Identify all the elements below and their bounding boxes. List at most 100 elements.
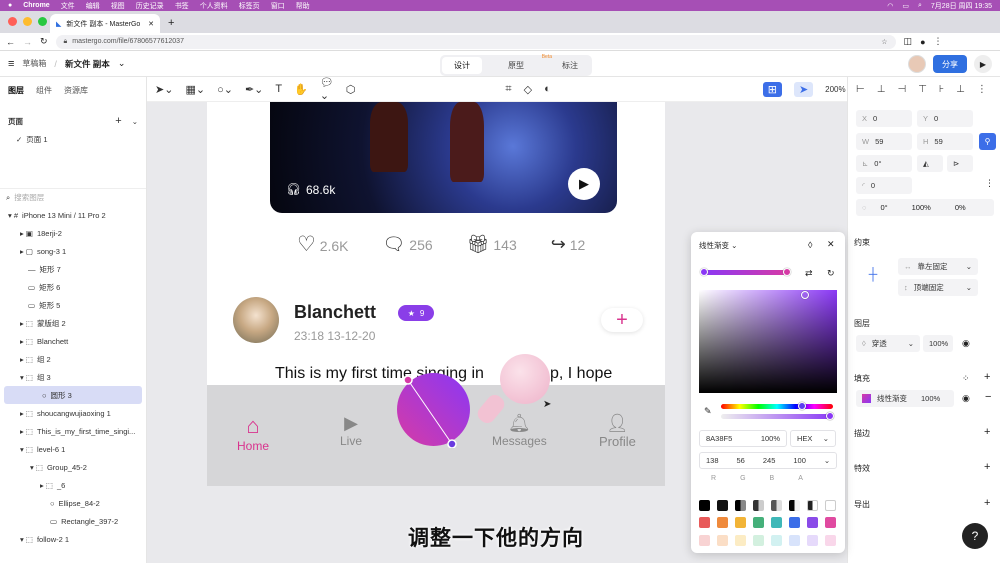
- swatch[interactable]: [717, 500, 728, 511]
- flip-vertical-button[interactable]: ⊳: [947, 155, 973, 172]
- swatch[interactable]: [789, 517, 800, 528]
- align-hcenter-icon[interactable]: ⊥: [877, 84, 886, 95]
- layer-item[interactable]: ▸ ⬚ 组 2: [0, 350, 146, 368]
- align-right-icon[interactable]: ⊣: [897, 84, 906, 95]
- align-vcenter-icon[interactable]: ⊦: [939, 84, 944, 95]
- alpha-handle[interactable]: [826, 412, 834, 420]
- swatch[interactable]: [825, 535, 836, 546]
- hue-slider[interactable]: [721, 404, 833, 409]
- add-effect-icon[interactable]: +: [984, 461, 990, 473]
- swap-icon[interactable]: ⇄: [805, 268, 813, 279]
- visibility-icon[interactable]: ◉: [962, 338, 970, 349]
- swatch[interactable]: [825, 500, 836, 511]
- nav-live[interactable]: ▶︎ Live: [340, 413, 362, 448]
- width-field[interactable]: W 59: [856, 133, 912, 150]
- align-top-icon[interactable]: ⊤: [918, 84, 927, 95]
- play-icon[interactable]: ▶: [974, 55, 992, 73]
- user-name[interactable]: Blanchett: [294, 302, 376, 323]
- hand-tool-icon[interactable]: ✋: [294, 83, 308, 96]
- lock-ratio-icon[interactable]: ⚲: [979, 133, 996, 150]
- menu-tabs[interactable]: 标签页: [239, 1, 260, 11]
- swatch[interactable]: [825, 517, 836, 528]
- layer-item[interactable]: ▸ ⬚ 蒙版组 2: [0, 314, 146, 332]
- layer-item-selected[interactable]: ○ 圆形 3: [4, 386, 142, 404]
- tab-library[interactable]: 资源库: [64, 85, 88, 96]
- breadcrumb-root[interactable]: 草稿箱: [22, 58, 46, 69]
- swatch[interactable]: [717, 517, 728, 528]
- main-menu-icon[interactable]: ≡: [8, 58, 14, 70]
- more-menu-icon[interactable]: ⋮: [934, 36, 943, 47]
- layer-item[interactable]: ▾ ⬚ Group_45-2: [0, 458, 146, 476]
- file-name[interactable]: 新文件 副本: [65, 58, 110, 70]
- browser-tab[interactable]: ◣ 新文件 副本 - MasterGo ✕: [50, 14, 160, 33]
- y-field[interactable]: Y0: [917, 110, 973, 127]
- minimize-window-button[interactable]: [23, 17, 32, 26]
- chevron-down-icon[interactable]: ⌄: [118, 58, 126, 69]
- layer-item[interactable]: ▾ # iPhone 13 Mini / 11 Pro 2: [0, 206, 146, 224]
- layer-search[interactable]: ⌕ 搜索图层: [0, 188, 146, 206]
- alpha-slider[interactable]: [721, 414, 833, 419]
- share-stat[interactable]: ↪ 12: [551, 234, 586, 255]
- boolean-icon[interactable]: ◐: [544, 83, 551, 95]
- fill-swatch[interactable]: [862, 394, 871, 403]
- component-icon[interactable]: ◇: [524, 83, 532, 96]
- saturation-field[interactable]: [699, 290, 837, 393]
- align-left-icon[interactable]: ⊢: [856, 84, 865, 95]
- add-export-icon[interactable]: +: [984, 497, 990, 509]
- video-play-button[interactable]: ▶: [568, 168, 600, 200]
- share-button[interactable]: 分享: [933, 55, 967, 73]
- like-stat[interactable]: ♡ 2.6K: [297, 232, 349, 257]
- layer-item[interactable]: ▸ ▢ song-3 1: [0, 242, 146, 260]
- user-avatar[interactable]: [233, 297, 279, 343]
- close-window-button[interactable]: [8, 17, 17, 26]
- swatch[interactable]: [699, 535, 710, 546]
- layer-item[interactable]: ▾ ⬚ level-6 1: [0, 440, 146, 458]
- swatch[interactable]: [735, 517, 746, 528]
- more-options-icon[interactable]: ⋮: [985, 178, 994, 189]
- layer-item[interactable]: ▸ ▣ 18erji-2: [0, 224, 146, 242]
- layer-item[interactable]: ▭ Rectangle_397-2: [0, 512, 146, 530]
- layer-item[interactable]: ▸ ⬚ shoucangwujiaoxing 1: [0, 404, 146, 422]
- gradient-stop-start[interactable]: [700, 268, 708, 276]
- visibility-icon[interactable]: ◉: [962, 393, 970, 404]
- hue-handle[interactable]: [798, 402, 806, 410]
- height-field[interactable]: H 59: [917, 133, 973, 150]
- swatch[interactable]: [771, 535, 782, 546]
- swatch[interactable]: [771, 500, 782, 511]
- frame-tool-icon[interactable]: ▦⌄: [185, 83, 205, 96]
- plugin-tool-icon[interactable]: ⬡: [346, 83, 356, 96]
- swatch[interactable]: [789, 535, 800, 546]
- rotation-field[interactable]: ⊾ 0°: [856, 155, 912, 172]
- comment-tool-icon[interactable]: 💬︎⌄: [320, 76, 334, 102]
- swatch[interactable]: [753, 500, 764, 511]
- help-button[interactable]: ?: [962, 523, 988, 549]
- gradient-bar[interactable]: [703, 270, 787, 275]
- swatch[interactable]: [717, 535, 728, 546]
- remove-fill-icon[interactable]: −: [985, 391, 991, 403]
- collapse-pages-icon[interactable]: ⌄: [132, 117, 138, 126]
- tab-prototype[interactable]: 原型 Beta: [484, 54, 552, 74]
- close-tab-icon[interactable]: ✕: [148, 20, 154, 28]
- gradient-type-select[interactable]: 线性渐变 ⌄: [699, 240, 737, 251]
- tab-components[interactable]: 组件: [36, 85, 52, 96]
- swatch[interactable]: [807, 517, 818, 528]
- reload-icon[interactable]: ↻: [40, 36, 48, 47]
- star-icon[interactable]: ☆: [881, 38, 887, 46]
- x-field[interactable]: X0: [856, 110, 912, 127]
- video-thumbnail[interactable]: 🎧︎ 68.6k ▶: [270, 102, 617, 213]
- apple-icon[interactable]: ●: [8, 2, 12, 9]
- gradient-handle-line[interactable]: [402, 376, 462, 448]
- avatar[interactable]: [908, 55, 926, 73]
- rotate-gradient-icon[interactable]: ↻: [827, 268, 835, 279]
- opacity-field[interactable]: 100%: [923, 335, 953, 352]
- layer-item[interactable]: ▸ ⬚ Blanchett: [0, 332, 146, 350]
- url-field[interactable]: 🔒︎ mastergo.com/file/67806577612037 ☆: [55, 34, 896, 49]
- battery-icon[interactable]: ▭: [902, 2, 909, 10]
- nav-profile[interactable]: 👤︎ Profile: [599, 413, 636, 449]
- swatch[interactable]: [699, 517, 710, 528]
- wifi-icon[interactable]: ◠: [887, 2, 893, 10]
- swatch[interactable]: [807, 500, 818, 511]
- layer-item[interactable]: — 矩形 7: [0, 260, 146, 278]
- layer-item[interactable]: ▸ ⬚ This_is_my_first_time_singi...: [0, 422, 146, 440]
- layer-item[interactable]: ○ Ellipse_84-2: [0, 494, 146, 512]
